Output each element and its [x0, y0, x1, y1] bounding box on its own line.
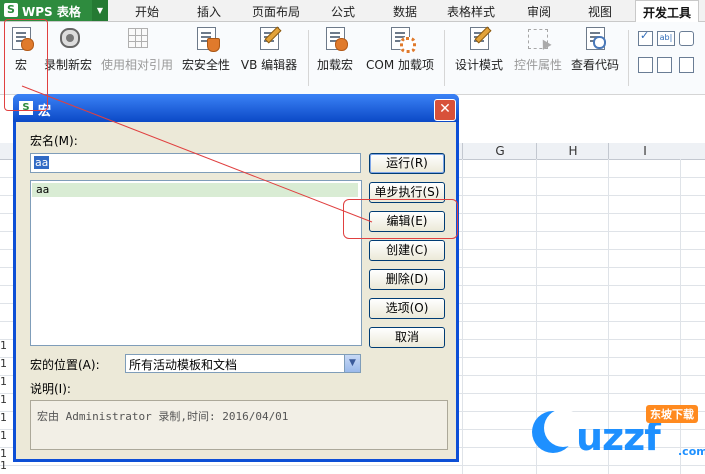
annotation-arrow: [21, 85, 373, 223]
